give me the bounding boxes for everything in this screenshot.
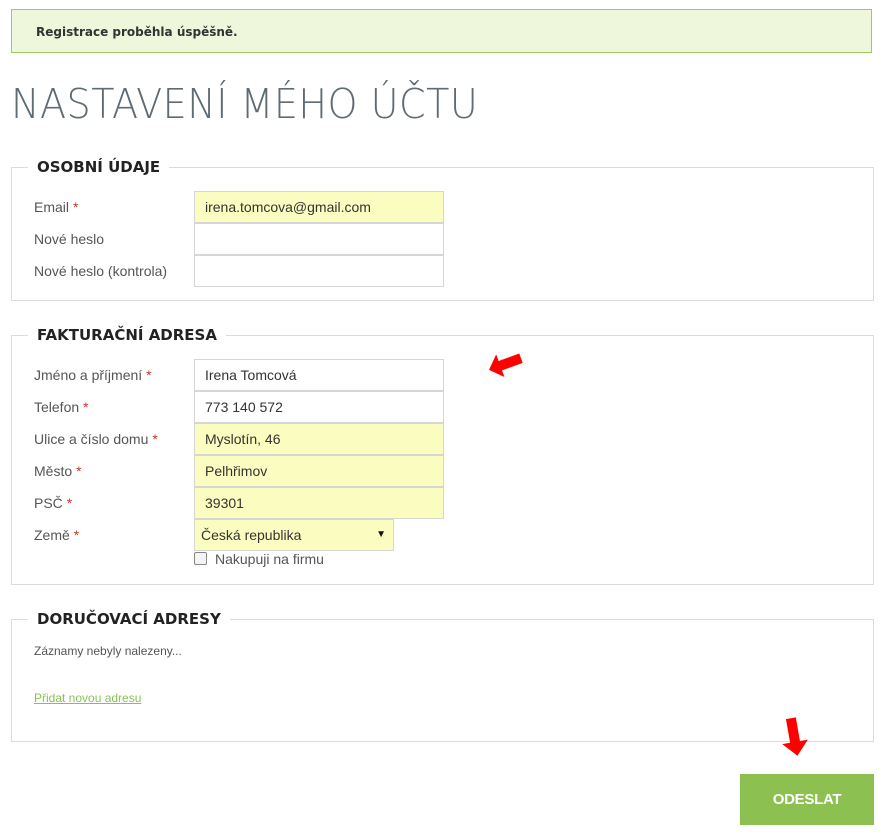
country-label: Země * xyxy=(34,527,80,543)
street-field[interactable] xyxy=(194,423,444,455)
zip-row: PSČ * xyxy=(12,487,873,519)
company-checkbox-label: Nakupuji na firmu xyxy=(215,551,324,567)
success-alert-message: Registrace proběhla úspěšně. xyxy=(36,25,238,39)
required-marker: * xyxy=(73,527,80,543)
country-select-value: Česká republika xyxy=(201,527,302,543)
zip-field[interactable] xyxy=(194,487,444,519)
company-checkbox[interactable] xyxy=(194,552,207,565)
phone-label: Telefon * xyxy=(34,399,89,415)
required-marker: * xyxy=(146,367,152,383)
personal-section-title: OSOBNÍ ÚDAJE xyxy=(28,157,170,177)
company-checkbox-row[interactable]: Nakupuji na firmu xyxy=(194,550,324,568)
required-marker: * xyxy=(73,199,79,215)
city-row: Město * xyxy=(12,455,873,487)
street-label: Ulice a číslo domu * xyxy=(34,431,158,447)
email-row: Email * xyxy=(12,191,873,223)
required-marker: * xyxy=(66,495,73,511)
submit-button[interactable]: ODESLAT xyxy=(740,774,874,825)
zip-label: PSČ * xyxy=(34,495,73,511)
phone-row: Telefon * xyxy=(12,391,873,423)
phone-field[interactable] xyxy=(194,391,444,423)
red-arrow-down-icon xyxy=(782,717,808,756)
password-row: Nové heslo xyxy=(12,223,873,255)
required-marker: * xyxy=(76,463,82,479)
success-alert: Registrace proběhla úspěšně. xyxy=(11,9,872,53)
country-select[interactable]: Česká republika ▼ xyxy=(194,519,394,551)
billing-section-title: FAKTURAČNÍ ADRESA xyxy=(28,325,226,345)
password-field[interactable] xyxy=(194,223,444,255)
required-marker: * xyxy=(83,399,89,415)
street-row: Ulice a číslo domu * xyxy=(12,423,873,455)
city-field[interactable] xyxy=(194,455,444,487)
delivery-section-title: DORUČOVACÍ ADRESY xyxy=(28,609,230,629)
email-field[interactable] xyxy=(194,191,444,223)
name-label: Jméno a příjmení * xyxy=(34,367,152,383)
city-label: Město * xyxy=(34,463,82,479)
country-row: Země * Česká republika ▼ xyxy=(12,519,873,551)
email-label: Email * xyxy=(34,199,79,215)
add-address-link[interactable]: Přidat novou adresu xyxy=(34,691,141,705)
required-marker: * xyxy=(152,431,158,447)
password-label: Nové heslo xyxy=(34,231,105,247)
name-field[interactable] xyxy=(194,359,444,391)
red-arrow-icon xyxy=(489,353,523,377)
delivery-section: DORUČOVACÍ ADRESY Záznamy nebyly nalezen… xyxy=(11,609,874,742)
empty-records-text: Záznamy nebyly nalezeny... xyxy=(34,644,182,658)
password-confirm-row: Nové heslo (kontrola) xyxy=(12,255,873,287)
name-row: Jméno a příjmení * xyxy=(12,359,873,391)
chevron-down-icon: ▼ xyxy=(376,529,386,540)
password-confirm-field[interactable] xyxy=(194,255,444,287)
page-title: NASTAVENÍ MÉHO ÚČTU xyxy=(11,80,479,128)
personal-section: OSOBNÍ ÚDAJE Email* Nové heslo Nové hesl… xyxy=(11,157,874,301)
password-confirm-label: Nové heslo (kontrola) xyxy=(34,263,168,279)
billing-section: FAKTURAČNÍ ADRESA Jméno a příjmení* Tele… xyxy=(11,325,874,585)
